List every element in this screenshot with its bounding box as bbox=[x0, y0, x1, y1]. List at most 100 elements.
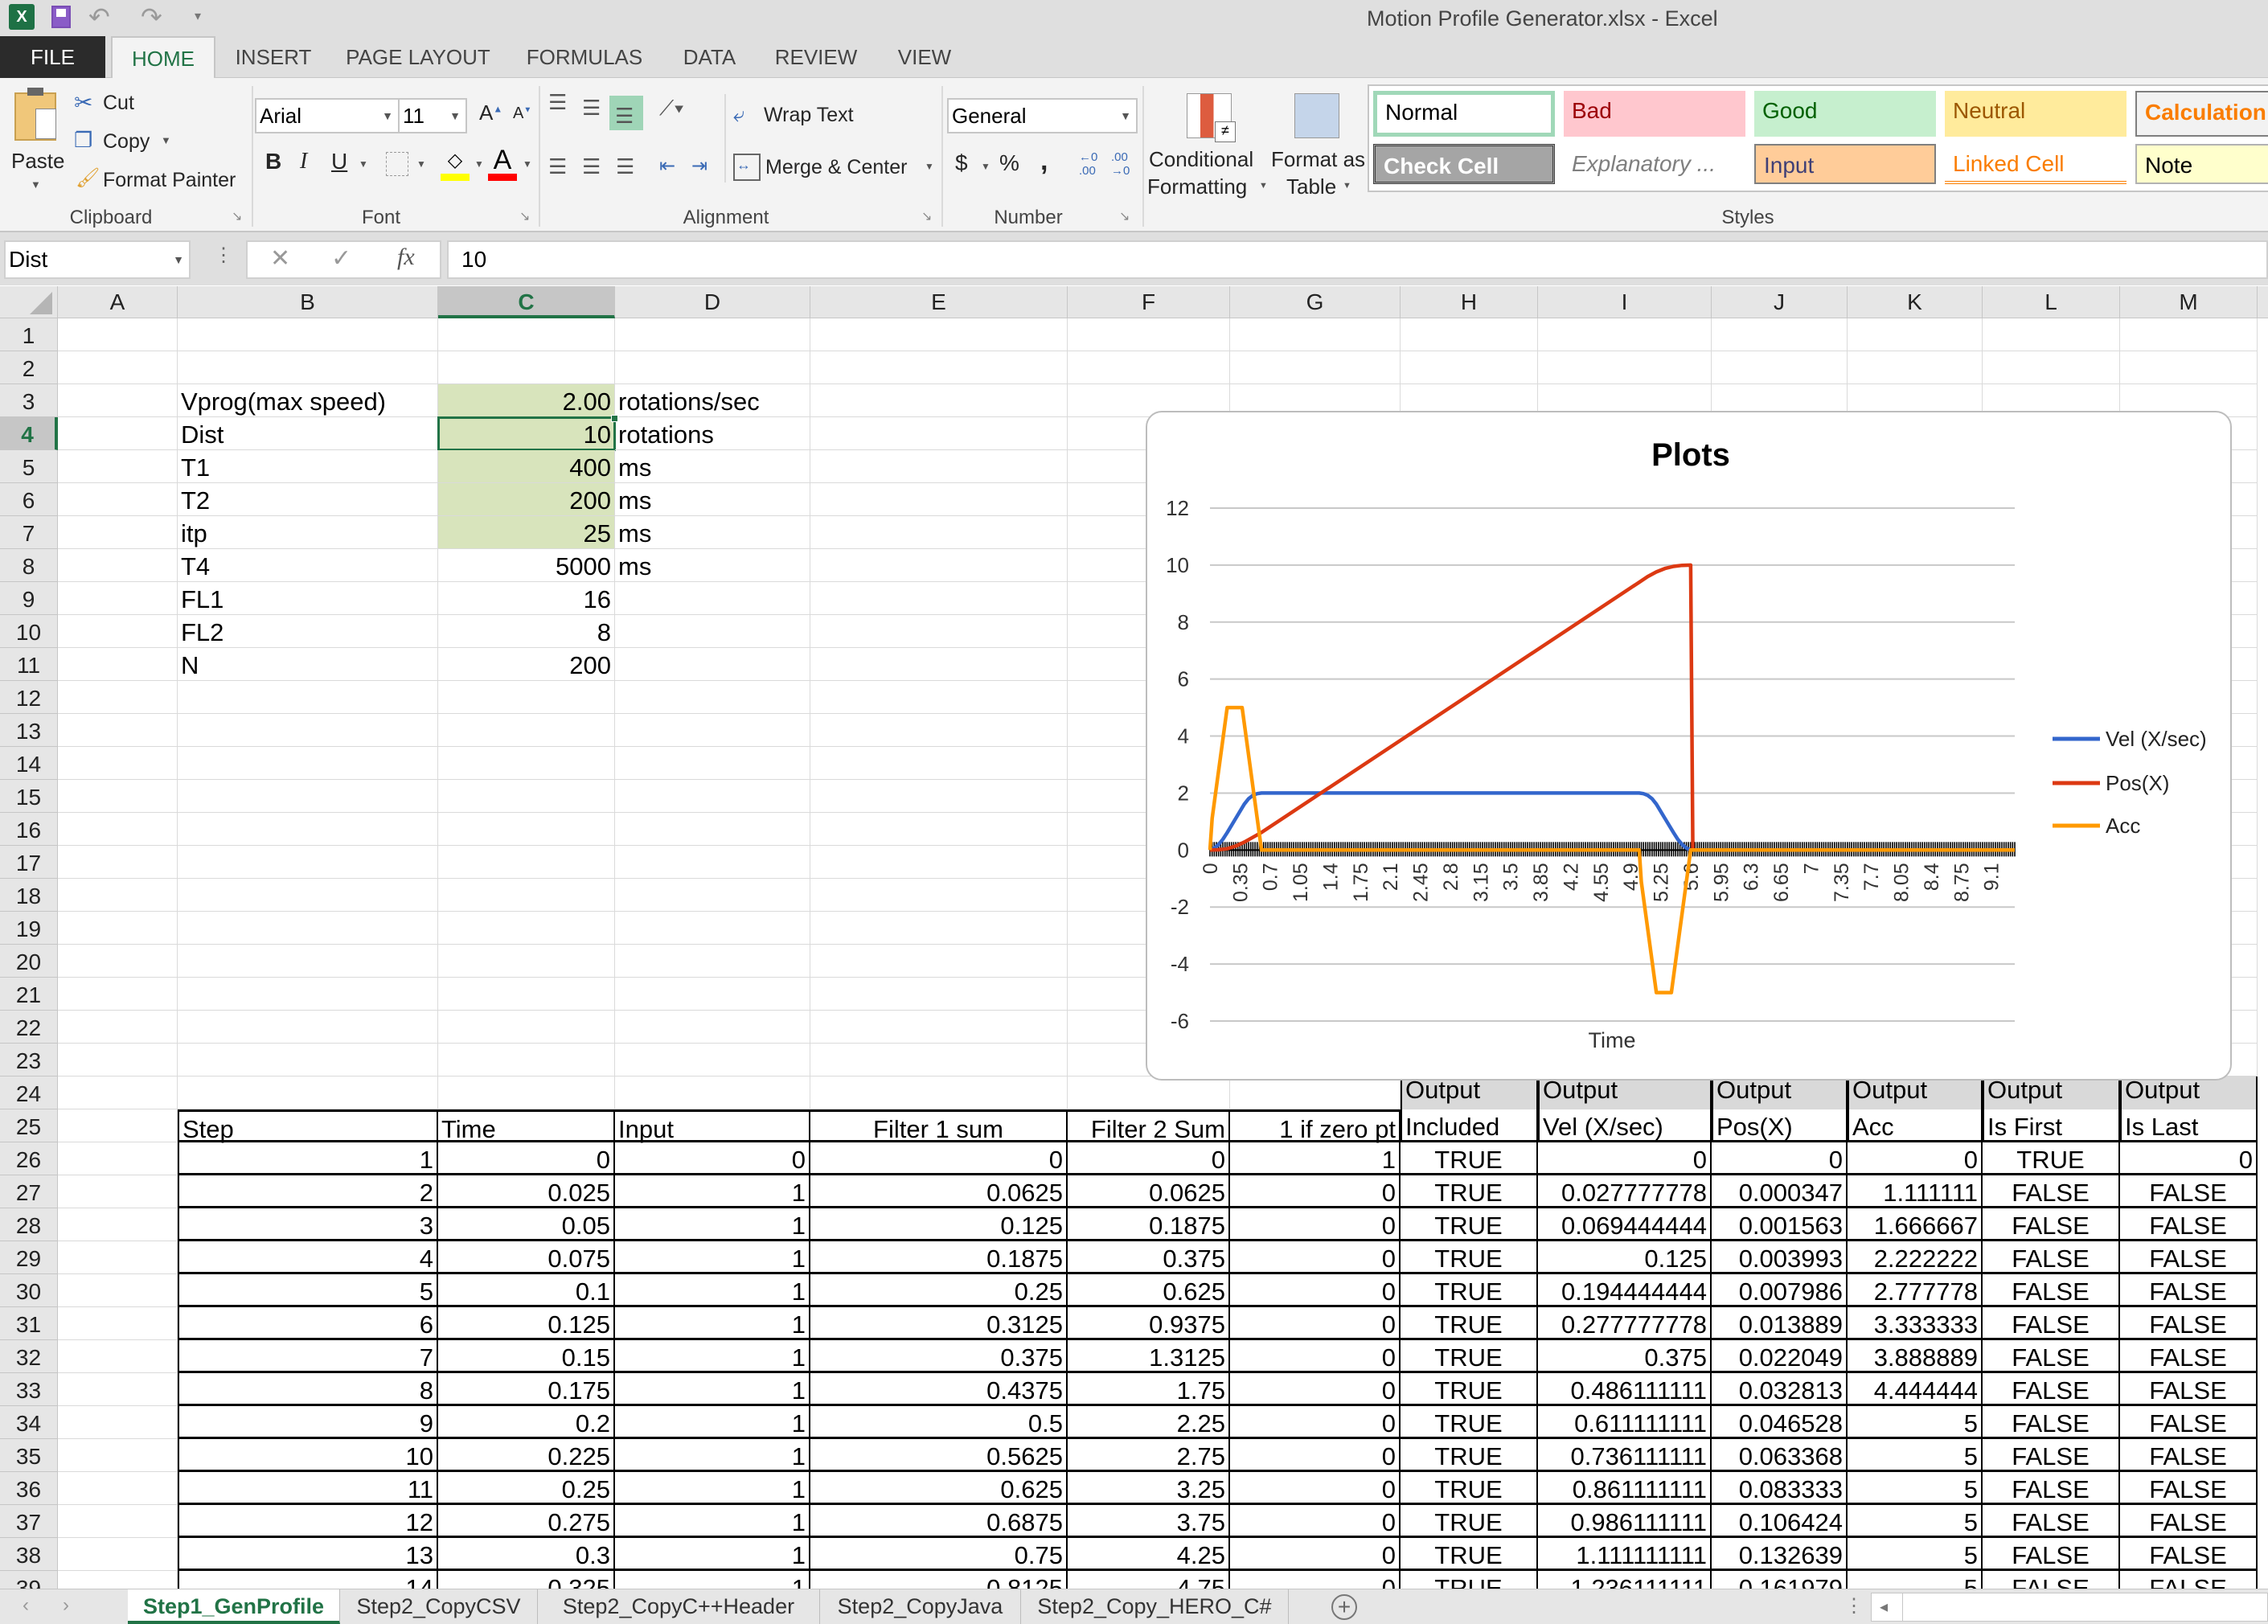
tab-page-layout[interactable]: PAGE LAYOUT bbox=[346, 36, 490, 79]
table-cell[interactable]: 0.0625 bbox=[1068, 1175, 1230, 1208]
param-unit[interactable]: rotations bbox=[615, 417, 810, 450]
table-cell[interactable]: 0.625 bbox=[1068, 1274, 1230, 1307]
param-value[interactable]: 25 bbox=[438, 516, 615, 549]
row-header-33[interactable]: 33 bbox=[0, 1373, 58, 1406]
font-color-icon[interactable]: A bbox=[488, 146, 517, 181]
table-cell[interactable]: 3.333333 bbox=[1848, 1307, 1983, 1340]
tab-file[interactable]: FILE bbox=[0, 36, 105, 79]
row-header-20[interactable]: 20 bbox=[0, 945, 58, 978]
column-header-H[interactable]: H bbox=[1401, 286, 1538, 318]
italic-button[interactable]: I bbox=[300, 149, 307, 174]
row-header-13[interactable]: 13 bbox=[0, 714, 58, 747]
column-header-C[interactable]: C bbox=[438, 286, 615, 318]
conditional-formatting-label-2[interactable]: Formatting bbox=[1147, 174, 1247, 199]
table-cell[interactable]: 0 bbox=[1068, 1142, 1230, 1175]
table-cell[interactable]: 2.25 bbox=[1068, 1406, 1230, 1439]
table-cell[interactable]: TRUE bbox=[1401, 1142, 1538, 1175]
cut-button[interactable]: Cut bbox=[103, 92, 134, 115]
table-header[interactable]: Filter 1 sum bbox=[810, 1109, 1068, 1143]
number-format-select[interactable]: General ▼ bbox=[947, 98, 1138, 133]
table-cell[interactable]: 0.4375 bbox=[810, 1373, 1068, 1406]
row-header-1[interactable]: 1 bbox=[0, 318, 58, 351]
table-header[interactable]: Included bbox=[1401, 1109, 1538, 1142]
row-header-26[interactable]: 26 bbox=[0, 1142, 58, 1175]
underline-dropdown-icon[interactable]: ▼ bbox=[359, 158, 368, 170]
align-middle-icon[interactable]: ☰ bbox=[582, 96, 601, 121]
table-cell[interactable]: TRUE bbox=[1401, 1406, 1538, 1439]
merge-dropdown-icon[interactable]: ▼ bbox=[925, 161, 934, 172]
row-header-15[interactable]: 15 bbox=[0, 780, 58, 813]
table-cell[interactable]: 2.222222 bbox=[1848, 1241, 1983, 1274]
table-cell[interactable]: 0 bbox=[1230, 1373, 1401, 1406]
table-cell[interactable]: 1 bbox=[615, 1406, 810, 1439]
increase-font-icon[interactable]: A▲ bbox=[479, 100, 502, 125]
borders-icon[interactable] bbox=[386, 152, 408, 176]
table-cell[interactable]: 1 bbox=[615, 1274, 810, 1307]
param-label[interactable]: T4 bbox=[178, 549, 438, 582]
table-cell[interactable]: TRUE bbox=[1983, 1142, 2120, 1175]
increase-indent-icon[interactable]: ⇥ bbox=[691, 154, 707, 178]
param-value[interactable]: 200 bbox=[438, 483, 615, 516]
sheet-tab-step2-copy-hero-csharp[interactable]: Step2_Copy_HERO_C# bbox=[1021, 1589, 1289, 1624]
param-label[interactable]: FL2 bbox=[178, 615, 438, 648]
table-cell[interactable]: 0.375 bbox=[1538, 1340, 1712, 1373]
row-header-27[interactable]: 27 bbox=[0, 1175, 58, 1208]
param-unit[interactable]: rotations/sec bbox=[615, 384, 810, 417]
number-launcher-icon[interactable]: ↘ bbox=[1119, 208, 1130, 224]
param-value[interactable]: 8 bbox=[438, 615, 615, 648]
decrease-indent-icon[interactable]: ⇤ bbox=[659, 154, 675, 178]
row-header-23[interactable]: 23 bbox=[0, 1044, 58, 1077]
decrease-decimal-icon[interactable]: .00 →0 bbox=[1111, 150, 1130, 178]
paste-icon[interactable] bbox=[14, 88, 56, 141]
row-header-11[interactable]: 11 bbox=[0, 648, 58, 681]
table-cell[interactable]: TRUE bbox=[1401, 1538, 1538, 1571]
table-header[interactable]: Vel (X/sec) bbox=[1538, 1109, 1712, 1142]
table-cell[interactable]: 0.027777778 bbox=[1538, 1175, 1712, 1208]
table-header[interactable]: Time bbox=[438, 1109, 615, 1143]
table-cell[interactable]: TRUE bbox=[1401, 1505, 1538, 1538]
param-unit[interactable]: ms bbox=[615, 549, 810, 582]
table-cell[interactable]: 8 bbox=[178, 1373, 438, 1406]
table-cell[interactable]: 0.5625 bbox=[810, 1439, 1068, 1472]
conditional-dropdown-icon[interactable]: ▼ bbox=[1259, 181, 1268, 191]
table-cell[interactable]: 0.861111111 bbox=[1538, 1472, 1712, 1505]
align-right-icon[interactable]: ☰ bbox=[616, 154, 634, 179]
merge-center-button[interactable]: Merge & Center bbox=[765, 156, 907, 179]
row-header-12[interactable]: 12 bbox=[0, 681, 58, 714]
param-label[interactable]: itp bbox=[178, 516, 438, 549]
tab-formulas[interactable]: FORMULAS bbox=[524, 36, 645, 79]
increase-decimal-icon[interactable]: ←0.00 bbox=[1079, 150, 1097, 178]
cancel-icon[interactable]: ✕ bbox=[270, 244, 290, 273]
splitter-handle-icon[interactable]: ⋮ bbox=[1844, 1594, 1864, 1618]
paste-dropdown-icon[interactable]: ▼ bbox=[31, 178, 41, 191]
row-header-28[interactable]: 28 bbox=[0, 1208, 58, 1241]
table-cell[interactable]: FALSE bbox=[1983, 1406, 2120, 1439]
table-cell[interactable]: 1 bbox=[615, 1439, 810, 1472]
table-cell[interactable]: 0 bbox=[1230, 1439, 1401, 1472]
table-cell[interactable]: 0.125 bbox=[1538, 1241, 1712, 1274]
table-cell[interactable]: 0.125 bbox=[810, 1208, 1068, 1241]
table-cell[interactable]: 1 bbox=[615, 1241, 810, 1274]
table-cell[interactable]: 0 bbox=[1230, 1175, 1401, 1208]
table-cell[interactable]: 1 bbox=[615, 1175, 810, 1208]
row-header-38[interactable]: 38 bbox=[0, 1538, 58, 1571]
table-cell[interactable]: 0 bbox=[1230, 1505, 1401, 1538]
table-cell[interactable]: 0.001563 bbox=[1712, 1208, 1848, 1241]
table-header[interactable]: Is Last bbox=[2120, 1109, 2258, 1142]
format-painter-button[interactable]: Format Painter bbox=[103, 169, 236, 192]
row-header-34[interactable]: 34 bbox=[0, 1406, 58, 1439]
column-header-B[interactable]: B bbox=[178, 286, 438, 318]
row-header-3[interactable]: 3 bbox=[0, 384, 58, 417]
param-label[interactable]: N bbox=[178, 648, 438, 681]
table-cell[interactable]: FALSE bbox=[1983, 1340, 2120, 1373]
table-cell[interactable]: 0.277777778 bbox=[1538, 1307, 1712, 1340]
column-header-I[interactable]: I bbox=[1538, 286, 1712, 318]
sheet-tab-step2-copyjava[interactable]: Step2_CopyJava bbox=[820, 1589, 1021, 1624]
table-cell[interactable]: FALSE bbox=[1983, 1505, 2120, 1538]
conditional-formatting-button[interactable]: Conditional bbox=[1149, 147, 1253, 172]
font-size-select[interactable]: 11 ▼ bbox=[398, 98, 467, 133]
table-cell[interactable]: 1 bbox=[178, 1142, 438, 1175]
row-header-25[interactable]: 25 bbox=[0, 1109, 58, 1142]
table-cell[interactable]: 0.106424 bbox=[1712, 1505, 1848, 1538]
table-cell[interactable]: 3.75 bbox=[1068, 1505, 1230, 1538]
